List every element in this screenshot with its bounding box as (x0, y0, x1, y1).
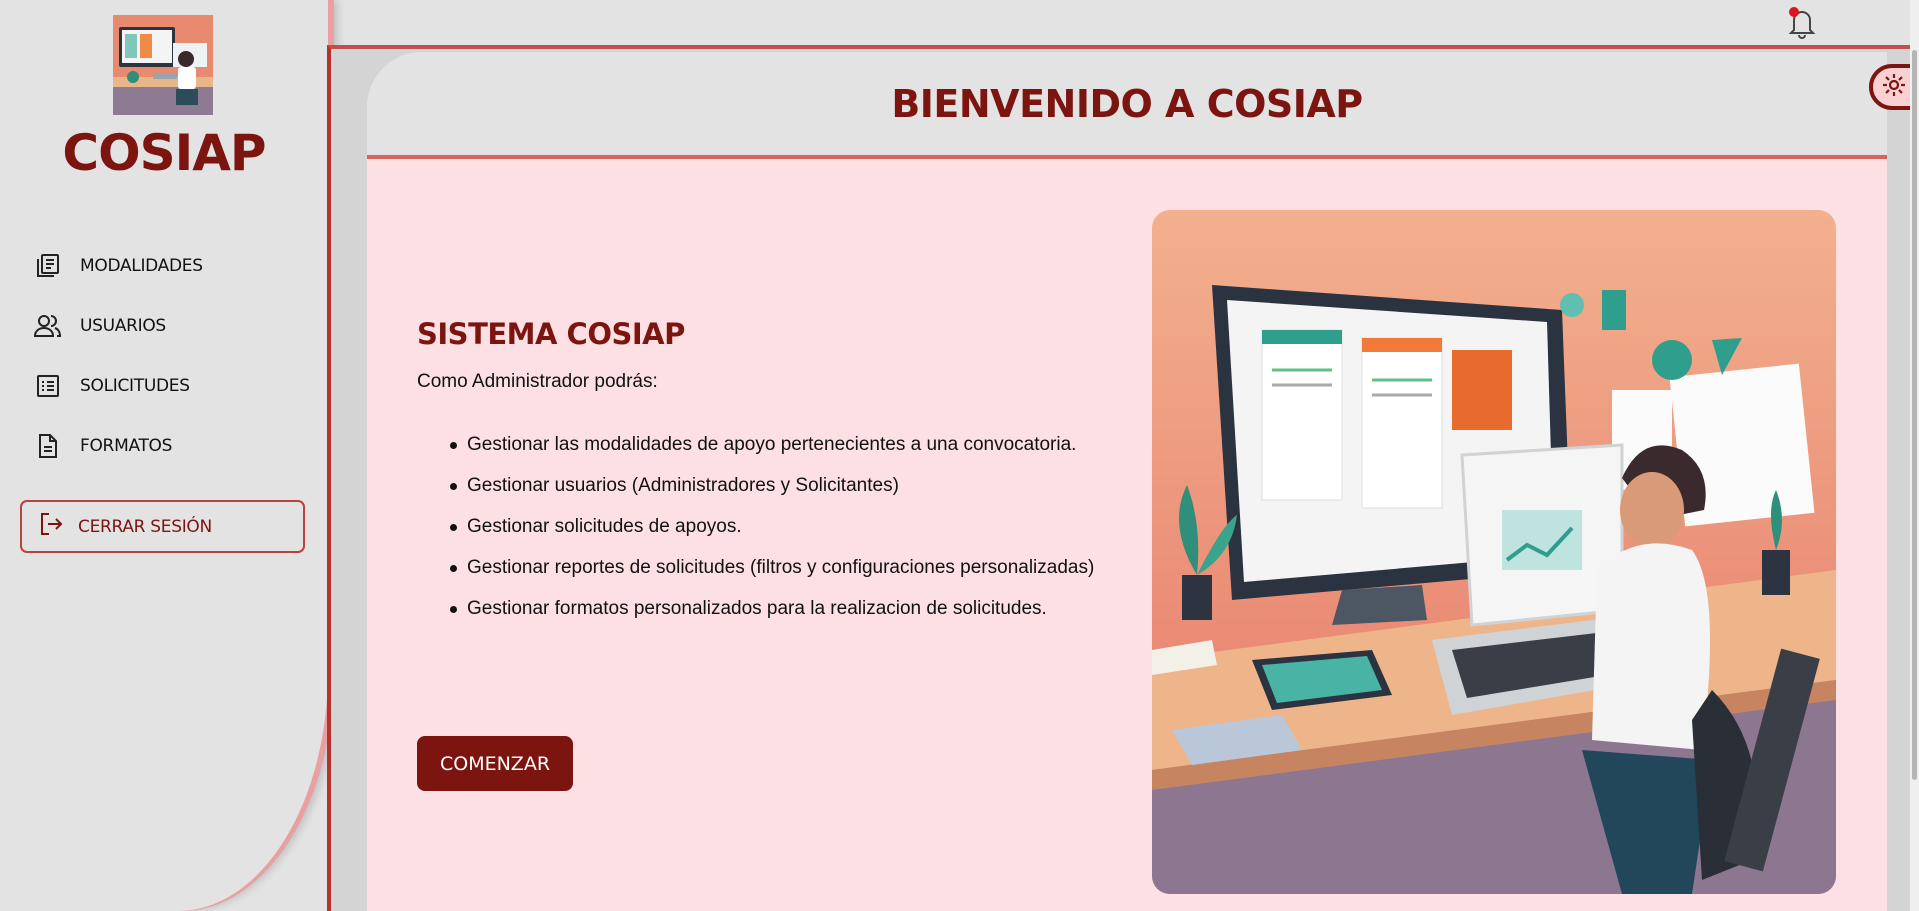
logout-label: CERRAR SESIÓN (78, 516, 212, 537)
sidebar-item-label: FORMATOS (80, 436, 173, 456)
list-item: Gestionar solicitudes de apoyos. (450, 511, 1137, 542)
gear-icon (1881, 72, 1907, 103)
sidebar-item-modalidades[interactable]: MODALIDADES (34, 236, 203, 296)
sidebar-nav: MODALIDADES USUARIOS SOLICITUDES FORMATO… (34, 236, 203, 476)
page-header: BIENVENIDO A COSIAP (367, 52, 1887, 159)
document-icon (34, 432, 62, 460)
logout-icon (38, 511, 64, 542)
features-list: Gestionar las modalidades de apoyo perte… (417, 429, 1137, 624)
system-title: SISTEMA COSIAP (417, 317, 685, 351)
welcome-content: SISTEMA COSIAP Como Administrador podrás… (417, 317, 1137, 634)
intro-text: Como Administrador podrás: (417, 371, 658, 392)
sidebar-item-label: SOLICITUDES (80, 376, 190, 396)
list-icon (34, 372, 62, 400)
sidebar-item-label: USUARIOS (80, 316, 166, 336)
sidebar: COSIAP MODALIDADES USUARIOS SOLICITUDES … (0, 0, 328, 911)
list-item: Gestionar reportes de solicitudes (filtr… (450, 552, 1137, 583)
page-title: BIENVENIDO A COSIAP (891, 82, 1363, 126)
list-item: Gestionar usuarios (Administradores y So… (450, 470, 1137, 501)
logo-image (113, 15, 213, 115)
scrollbar-thumb[interactable] (1912, 50, 1917, 780)
list-item: Gestionar las modalidades de apoyo perte… (450, 429, 1137, 460)
start-button[interactable]: COMENZAR (417, 736, 573, 791)
hero-illustration (1152, 210, 1836, 894)
main-panel: BIENVENIDO A COSIAP SISTEMA COSIAP Como … (367, 52, 1887, 911)
list-item: Gestionar formatos personalizados para l… (450, 593, 1137, 624)
users-icon (34, 312, 62, 340)
sidebar-item-usuarios[interactable]: USUARIOS (34, 296, 203, 356)
notifications-bell-icon[interactable] (1784, 4, 1820, 40)
sidebar-item-solicitudes[interactable]: SOLICITUDES (34, 356, 203, 416)
start-button-label: COMENZAR (439, 752, 551, 775)
modalidades-icon (34, 252, 62, 280)
sidebar-item-formatos[interactable]: FORMATOS (34, 416, 203, 476)
brand-title: COSIAP (62, 124, 266, 182)
sidebar-item-label: MODALIDADES (80, 256, 203, 276)
logout-button[interactable]: CERRAR SESIÓN (20, 500, 305, 553)
